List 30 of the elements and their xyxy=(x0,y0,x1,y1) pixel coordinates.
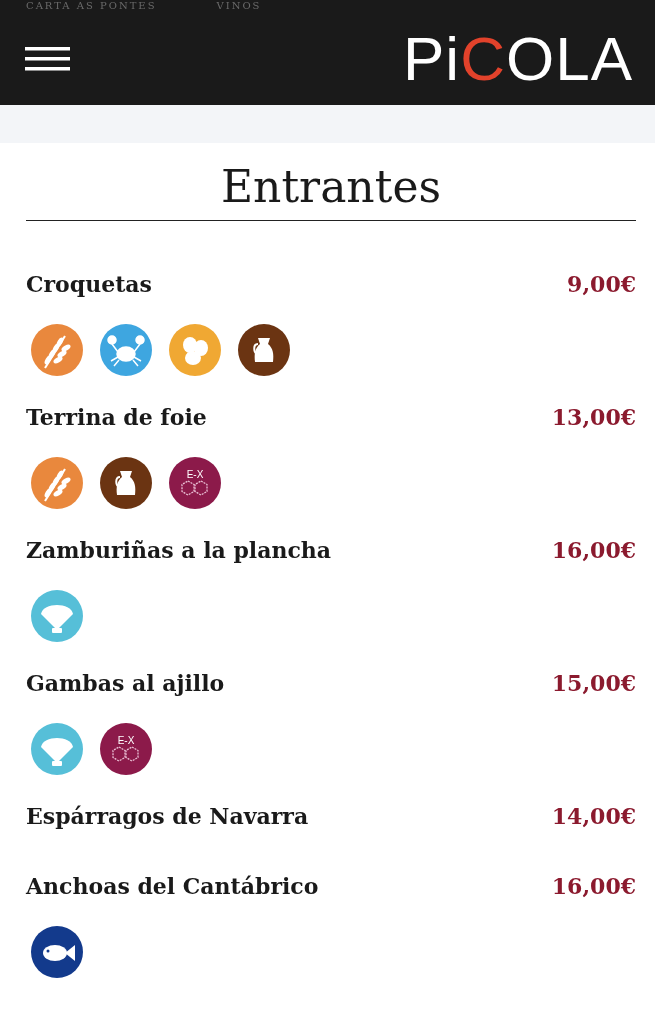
jug-icon xyxy=(100,457,152,509)
nav-link[interactable]: CARTA AS PONTES xyxy=(26,0,157,12)
eggs-icon xyxy=(169,324,221,376)
hexagon-icon xyxy=(181,480,209,496)
hexagon-icon xyxy=(112,746,140,762)
dish-name: Anchoas del Cantábrico xyxy=(26,873,319,899)
dish-name: Gambas al ajillo xyxy=(26,670,225,696)
dish-price: 9,00€ xyxy=(567,271,636,297)
logo[interactable]: PiCOLA xyxy=(403,27,633,90)
dish-name: Terrina de foie xyxy=(26,404,207,430)
wheat-icon xyxy=(31,324,83,376)
dish-price: 14,00€ xyxy=(551,803,636,829)
dish-name: Croquetas xyxy=(26,271,152,297)
menu-icon[interactable] xyxy=(25,46,70,71)
section-title: Entrantes xyxy=(26,161,636,221)
dish-price: 13,00€ xyxy=(551,404,636,430)
dish-name: Espárragos de Navarra xyxy=(26,803,309,829)
nav-link[interactable]: VINOS xyxy=(216,0,262,12)
dish-price: 15,00€ xyxy=(551,670,636,696)
crab-icon xyxy=(100,324,152,376)
fish-icon xyxy=(31,926,83,978)
shell-icon xyxy=(31,723,83,775)
jug-icon xyxy=(238,324,290,376)
icon-label: E-X xyxy=(117,736,135,746)
wheat-icon xyxy=(31,457,83,509)
dish-name: Zamburiñas a la plancha xyxy=(26,537,332,563)
icon-label: E-X xyxy=(186,470,204,480)
shell-icon xyxy=(31,590,83,642)
dish-price: 16,00€ xyxy=(551,537,636,563)
dish-price: 16,00€ xyxy=(551,873,636,899)
